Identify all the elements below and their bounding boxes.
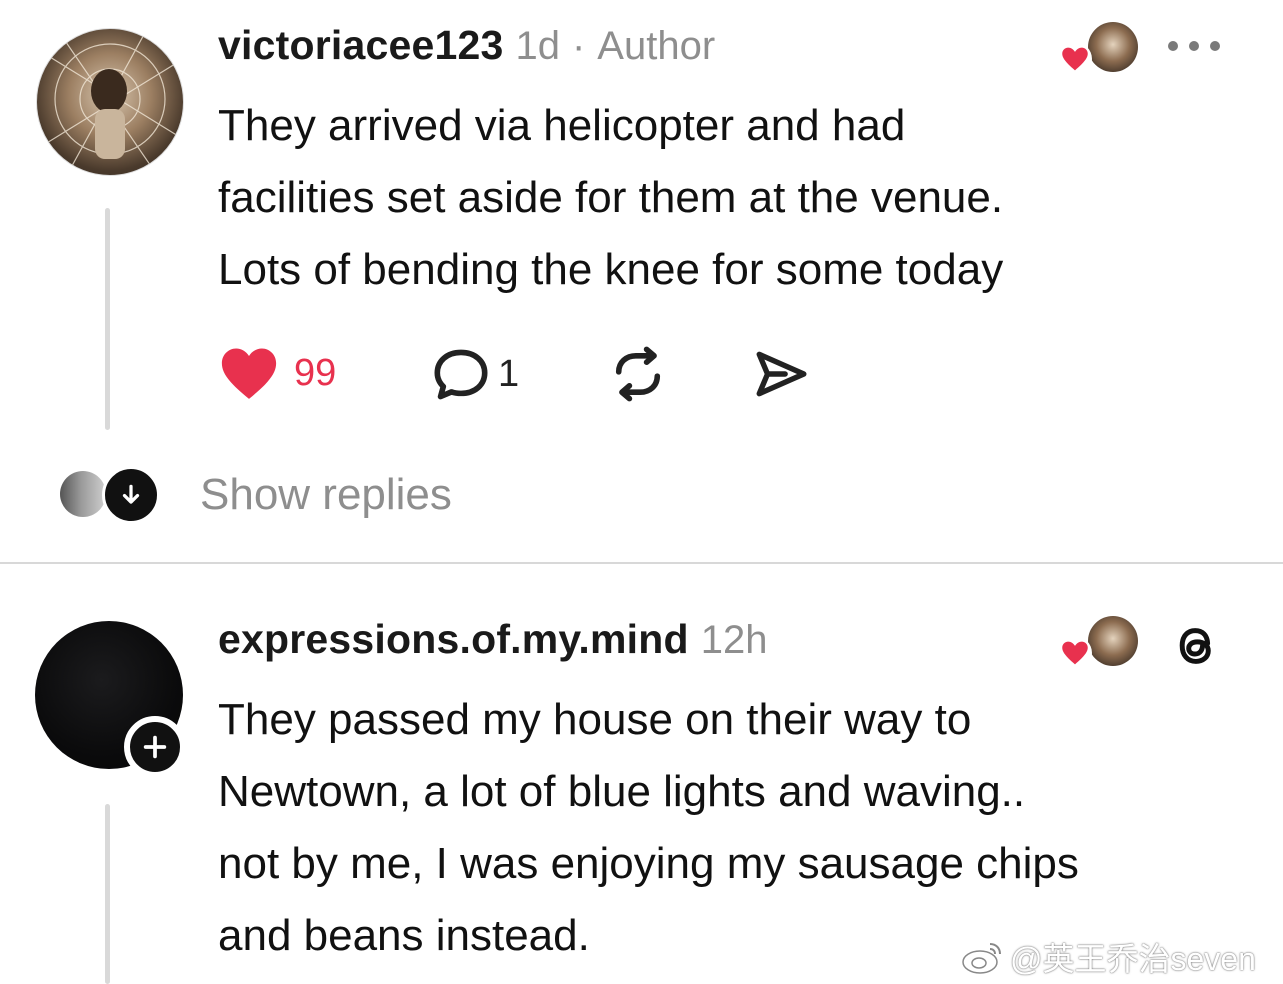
meta-separator: · bbox=[571, 24, 586, 68]
reply-avatar bbox=[60, 471, 106, 517]
username[interactable]: expressions.of.my.mind bbox=[218, 616, 689, 663]
thread-line bbox=[105, 208, 110, 430]
reply-count: 1 bbox=[498, 352, 520, 395]
heart-icon bbox=[1058, 42, 1092, 76]
thread-line bbox=[105, 804, 110, 984]
timestamp: 1d bbox=[515, 24, 560, 68]
plus-icon bbox=[143, 735, 167, 759]
threads-logo-icon[interactable] bbox=[1168, 618, 1222, 672]
comment-line: They passed my house on their way to bbox=[218, 695, 972, 744]
more-icon[interactable] bbox=[1165, 38, 1223, 54]
divider bbox=[0, 562, 1283, 564]
comment-header: expressions.of.my.mind 12h bbox=[218, 616, 767, 663]
comment-text: They arrived via helicopter and had faci… bbox=[218, 90, 1258, 306]
show-replies-link[interactable]: Show replies bbox=[200, 470, 452, 520]
timestamp: 12h bbox=[700, 618, 768, 662]
arrow-down-badge bbox=[102, 466, 160, 524]
arrow-down-icon bbox=[122, 484, 140, 504]
watermark: @英王乔治seven bbox=[960, 934, 1256, 980]
comment-icon bbox=[434, 349, 488, 400]
comment-text: They passed my house on their way to New… bbox=[218, 684, 1258, 972]
author-liked-indicator bbox=[1058, 614, 1138, 674]
comment-header: victoriacee123 1d · Author bbox=[218, 22, 715, 69]
avatar-victoriacee123[interactable] bbox=[36, 28, 184, 176]
reply-button[interactable]: 1 bbox=[430, 346, 519, 402]
comment-line: Newtown, a lot of blue lights and waving… bbox=[218, 767, 1026, 816]
author-mini-avatar bbox=[1088, 22, 1138, 72]
weibo-icon bbox=[962, 943, 1001, 974]
like-button[interactable]: 99 bbox=[218, 344, 336, 402]
watermark-text: @英王乔治seven bbox=[1010, 941, 1256, 977]
comment-line: They arrived via helicopter and had bbox=[218, 101, 906, 150]
heart-icon bbox=[221, 348, 277, 399]
avatar-photo bbox=[37, 29, 183, 175]
username[interactable]: victoriacee123 bbox=[218, 22, 503, 69]
follow-button[interactable] bbox=[124, 716, 186, 778]
comment-line: facilities set aside for them at the ven… bbox=[218, 173, 1004, 222]
repost-icon[interactable] bbox=[608, 346, 668, 402]
share-icon[interactable] bbox=[752, 346, 810, 402]
author-mini-avatar bbox=[1088, 616, 1138, 666]
heart-icon bbox=[1058, 636, 1092, 670]
replies-avatar-stack[interactable] bbox=[60, 466, 160, 524]
like-count: 99 bbox=[294, 351, 337, 394]
comment-line: not by me, I was enjoying my sausage chi… bbox=[218, 839, 1079, 888]
comment-line: Lots of bending the knee for some today bbox=[218, 245, 1004, 294]
author-tag: Author bbox=[597, 24, 716, 68]
author-liked-indicator bbox=[1058, 20, 1138, 80]
